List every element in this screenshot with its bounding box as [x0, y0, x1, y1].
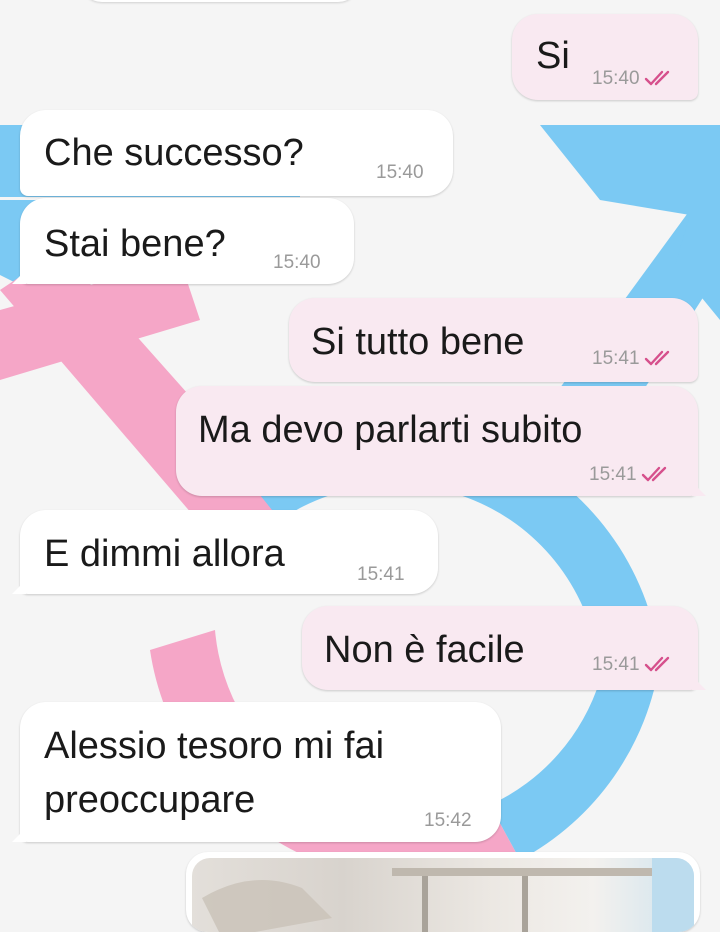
message-bubble-outgoing[interactable]: Ma devo parlarti subito 15:41	[176, 386, 698, 496]
message-text: Che successo?	[44, 132, 304, 174]
previous-message-bubble	[80, 0, 360, 2]
photo-message[interactable]	[186, 852, 700, 932]
message-time: 15:40	[376, 162, 424, 183]
message-text-line: preoccupare	[44, 779, 256, 821]
message-time: 15:42	[424, 810, 472, 831]
double-check-icon	[644, 350, 669, 366]
double-check-icon	[641, 466, 666, 482]
message-text: Si tutto bene	[311, 321, 525, 363]
message-bubble-outgoing[interactable]: Si 15:40	[512, 14, 698, 100]
message-bubble-outgoing[interactable]: Si tutto bene 15:41	[289, 298, 698, 382]
message-text-line: Alessio tesoro mi fai	[44, 725, 385, 767]
message-text: Ma devo parlarti subito	[198, 409, 583, 451]
message-time: 15:41	[589, 464, 671, 486]
message-text: Non è facile	[324, 629, 525, 671]
message-text: Si	[536, 35, 570, 77]
message-time: 15:41	[592, 654, 674, 676]
double-check-icon	[644, 656, 669, 672]
message-bubble-incoming[interactable]: Che successo? 15:40	[20, 110, 453, 196]
photo-content	[202, 858, 694, 932]
photo-thumbnail[interactable]	[192, 858, 694, 932]
message-text: E dimmi allora	[44, 533, 285, 575]
message-time: 15:40	[592, 68, 674, 90]
double-check-icon	[644, 70, 669, 86]
message-bubble-incoming[interactable]: Stai bene? 15:40	[20, 198, 354, 284]
message-time: 15:40	[273, 252, 321, 273]
message-bubble-incoming[interactable]: Alessio tesoro mi fai preoccupare 15:42	[20, 702, 501, 842]
message-time: 15:41	[592, 348, 674, 370]
message-text: Stai bene?	[44, 223, 226, 265]
message-time: 15:41	[357, 564, 405, 585]
message-bubble-outgoing[interactable]: Non è facile 15:41	[302, 606, 698, 690]
message-bubble-incoming[interactable]: E dimmi allora 15:41	[20, 510, 438, 594]
